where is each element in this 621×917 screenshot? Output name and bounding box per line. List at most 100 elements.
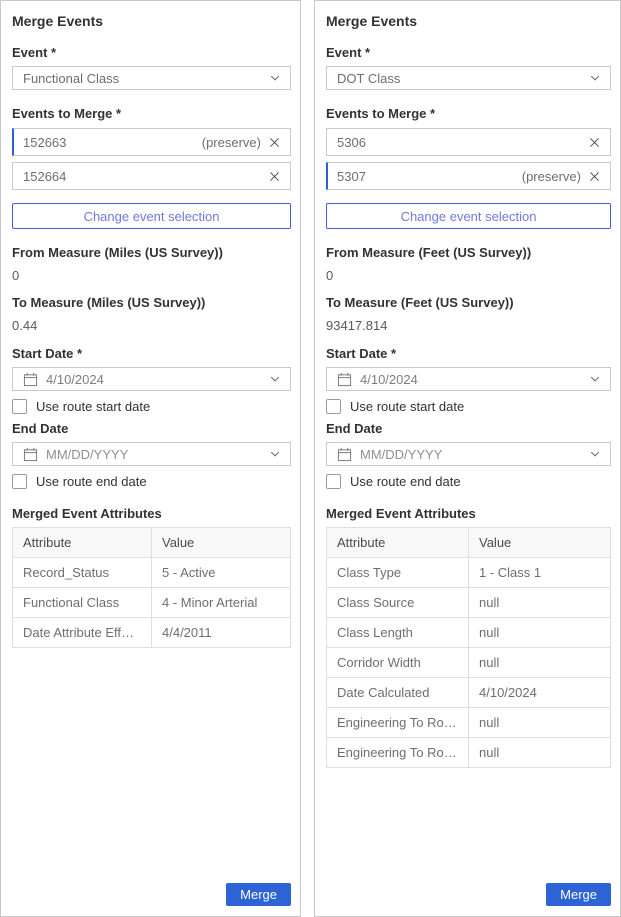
table-header-row: AttributeValue [327, 528, 611, 558]
table-row: Record_Status5 - Active [13, 558, 291, 588]
value-cell: 1 - Class 1 [469, 558, 611, 588]
table-row: Class Sourcenull [327, 588, 611, 618]
end-date-label: End Date [326, 421, 611, 436]
event-to-merge-input[interactable]: 152663 (preserve) [12, 128, 291, 156]
value-cell: 4/4/2011 [152, 618, 291, 648]
events-to-merge-label: Events to Merge * [12, 106, 291, 121]
column-header: Attribute [327, 528, 469, 558]
clear-icon[interactable] [268, 136, 281, 149]
from-measure-value: 0 [12, 268, 291, 283]
calendar-icon [337, 447, 352, 462]
chevron-down-icon [269, 373, 281, 385]
from-measure-label: From Measure (Feet (US Survey)) [326, 245, 611, 260]
event-label: Event * [326, 45, 611, 60]
checkbox[interactable] [326, 474, 341, 489]
merge-events-panel-right: Merge Events Event * DOT Class Events to… [314, 0, 621, 917]
table-row: Date Attribute Effective4/4/2011 [13, 618, 291, 648]
calendar-icon [23, 372, 38, 387]
merged-attributes-label: Merged Event Attributes [326, 506, 611, 521]
attribute-cell: Class Length [327, 618, 469, 648]
chevron-down-icon [589, 72, 601, 84]
start-date-value: 4/10/2024 [360, 372, 589, 387]
end-date-input[interactable]: MM/DD/YYYY [12, 442, 291, 466]
calendar-icon [337, 372, 352, 387]
end-date-value: MM/DD/YYYY [360, 447, 589, 462]
event-to-merge-input[interactable]: 5306 [326, 128, 611, 156]
clear-icon[interactable] [268, 170, 281, 183]
event-to-merge-input[interactable]: 5307 (preserve) [326, 162, 611, 190]
attribute-cell: Record_Status [13, 558, 152, 588]
clear-icon[interactable] [588, 136, 601, 149]
start-date-label: Start Date * [326, 346, 611, 361]
chevron-down-icon [589, 448, 601, 460]
event-id: 152664 [23, 169, 268, 184]
event-select[interactable]: Functional Class [12, 66, 291, 90]
event-to-merge-input[interactable]: 152664 [12, 162, 291, 190]
chevron-down-icon [269, 448, 281, 460]
panel-title: Merge Events [12, 13, 291, 29]
use-route-end-date-checkbox[interactable]: Use route end date [12, 474, 291, 489]
table-row: Date Calculated4/10/2024 [327, 678, 611, 708]
preserve-tag: (preserve) [522, 169, 581, 184]
chevron-down-icon [589, 373, 601, 385]
value-cell: null [469, 618, 611, 648]
table-row: Engineering To RouteIDnull [327, 708, 611, 738]
event-id: 152663 [23, 135, 202, 150]
merged-attributes-label: Merged Event Attributes [12, 506, 291, 521]
checkbox-label: Use route end date [350, 474, 461, 489]
to-measure-label: To Measure (Miles (US Survey)) [12, 295, 291, 310]
panel-title: Merge Events [326, 13, 611, 29]
table-row: Class Lengthnull [327, 618, 611, 648]
from-measure-label: From Measure (Miles (US Survey)) [12, 245, 291, 260]
table-row: Functional Class4 - Minor Arterial [13, 588, 291, 618]
table-row: Class Type1 - Class 1 [327, 558, 611, 588]
to-measure-value: 93417.814 [326, 318, 611, 333]
column-header: Value [152, 528, 291, 558]
checkbox[interactable] [12, 474, 27, 489]
value-cell: null [469, 648, 611, 678]
checkbox-label: Use route end date [36, 474, 147, 489]
value-cell: 5 - Active [152, 558, 291, 588]
attribute-cell: Date Attribute Effective [13, 618, 152, 648]
use-route-start-date-checkbox[interactable]: Use route start date [326, 399, 611, 414]
merge-button[interactable]: Merge [546, 883, 611, 906]
attribute-cell: Corridor Width [327, 648, 469, 678]
attribute-cell: Functional Class [13, 588, 152, 618]
end-date-input[interactable]: MM/DD/YYYY [326, 442, 611, 466]
end-date-value: MM/DD/YYYY [46, 447, 269, 462]
start-date-input[interactable]: 4/10/2024 [326, 367, 611, 391]
use-route-end-date-checkbox[interactable]: Use route end date [326, 474, 611, 489]
table-header-row: AttributeValue [13, 528, 291, 558]
value-cell: 4 - Minor Arterial [152, 588, 291, 618]
merged-attributes-table: AttributeValueClass Type1 - Class 1Class… [326, 527, 611, 768]
value-cell: 4/10/2024 [469, 678, 611, 708]
preserve-tag: (preserve) [202, 135, 261, 150]
events-to-merge-label: Events to Merge * [326, 106, 611, 121]
event-select[interactable]: DOT Class [326, 66, 611, 90]
chevron-down-icon [269, 72, 281, 84]
value-cell: null [469, 738, 611, 768]
to-measure-label: To Measure (Feet (US Survey)) [326, 295, 611, 310]
table-row: Corridor Widthnull [327, 648, 611, 678]
event-select-value: DOT Class [337, 71, 589, 86]
checkbox[interactable] [12, 399, 27, 414]
start-date-input[interactable]: 4/10/2024 [12, 367, 291, 391]
change-event-selection-button[interactable]: Change event selection [12, 203, 291, 229]
attribute-cell: Engineering To RouteID [327, 708, 469, 738]
checkbox-label: Use route start date [350, 399, 464, 414]
clear-icon[interactable] [588, 170, 601, 183]
checkbox-label: Use route start date [36, 399, 150, 414]
use-route-start-date-checkbox[interactable]: Use route start date [12, 399, 291, 414]
column-header: Attribute [13, 528, 152, 558]
attribute-cell: Engineering To Route ... [327, 738, 469, 768]
end-date-label: End Date [12, 421, 291, 436]
to-measure-value: 0.44 [12, 318, 291, 333]
merge-button[interactable]: Merge [226, 883, 291, 906]
from-measure-value: 0 [326, 268, 611, 283]
column-header: Value [469, 528, 611, 558]
event-id: 5306 [337, 135, 588, 150]
checkbox[interactable] [326, 399, 341, 414]
attribute-cell: Class Source [327, 588, 469, 618]
change-event-selection-button[interactable]: Change event selection [326, 203, 611, 229]
start-date-value: 4/10/2024 [46, 372, 269, 387]
